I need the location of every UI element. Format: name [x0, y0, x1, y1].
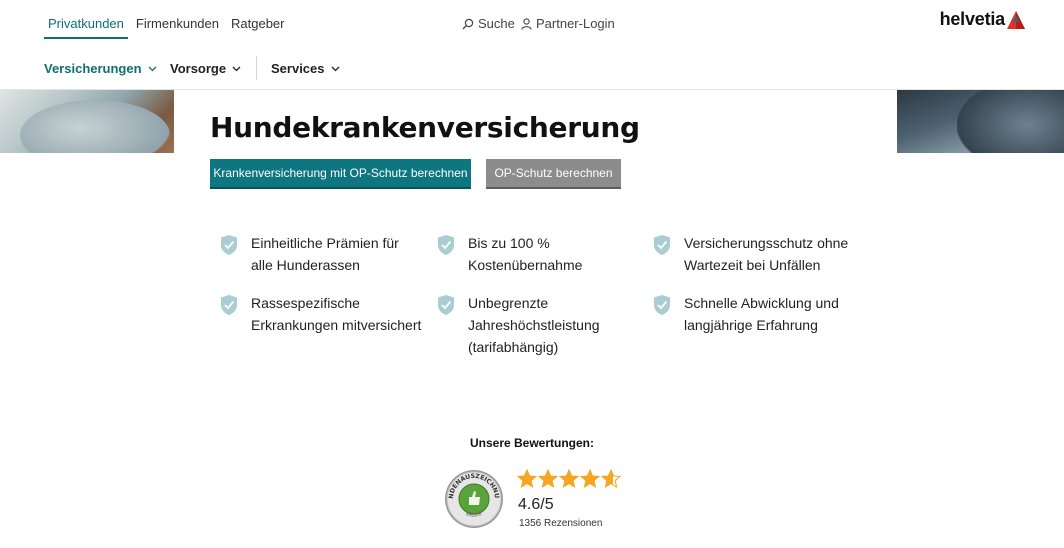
- feature-item: Bis zu 100 % Kostenübernahme: [437, 232, 582, 276]
- nav-vorsorge-label: Vorsorge: [170, 61, 227, 76]
- feature-item: Einheitliche Prämien für alle Hunderassen: [220, 232, 399, 276]
- feature-item: Rassespezifische Erkrankungen mitversiche…: [220, 292, 421, 336]
- feature-text-line: Wartezeit bei Unfällen: [684, 257, 821, 273]
- star-icon: [538, 469, 558, 489]
- feature-text-line: Schnelle Abwicklung und: [684, 295, 839, 311]
- segment-tabs: Privatkunden Firmenkunden Ratgeber: [44, 16, 292, 39]
- feature-text-line: Versicherungsschutz ohne: [684, 235, 849, 251]
- calculate-insurance-op-button[interactable]: Krankenversicherung mit OP-Schutz berech…: [210, 159, 471, 187]
- search-label: Suche: [478, 16, 515, 31]
- partner-login-label: Partner-Login: [536, 16, 615, 31]
- feature-text-line: Jahreshöchstleistung: [468, 317, 600, 333]
- chevron-down-icon: [232, 66, 241, 71]
- shield-check-icon: [654, 235, 670, 255]
- search-icon: [462, 18, 474, 29]
- feature-text-line: Kostenübernahme: [468, 257, 583, 273]
- feature-text-line: langjährige Erfahrung: [684, 317, 818, 333]
- chevron-down-icon: [331, 66, 339, 71]
- feature-text-line: Unbegrenzte: [468, 295, 549, 311]
- star-icon: [601, 469, 621, 489]
- feature-text: Unbegrenzte Jahreshöchstleistung (tarifabh…: [468, 292, 600, 358]
- nav-versicherungen[interactable]: Versicherungen: [44, 61, 157, 76]
- star-icon: [559, 469, 579, 489]
- hero-image-right: [897, 90, 1064, 153]
- feature-text: Bis zu 100 % Kostenübernahme: [468, 232, 582, 276]
- tab-privatkunden[interactable]: Privatkunden: [44, 16, 128, 39]
- star-rating: [517, 469, 621, 489]
- feature-text: Einheitliche Prämien für alle Hunderassen: [251, 232, 399, 276]
- ekomi-badge[interactable]: KUNDENAUSZEICHNUNG eKomi: [444, 469, 504, 529]
- shield-check-icon: [438, 295, 454, 315]
- user-icon: [521, 17, 532, 30]
- top-bar: Privatkunden Firmenkunden Ratgeber Suche…: [0, 0, 1064, 48]
- nav-versicherungen-label: Versicherungen: [44, 61, 142, 76]
- nav-services[interactable]: Services: [271, 61, 340, 76]
- partner-login-link[interactable]: Partner-Login: [521, 16, 615, 31]
- feature-text-line: Rassespezifische: [251, 295, 360, 311]
- feature-item: Unbegrenzte Jahreshöchstleistung (tarifabh…: [437, 292, 600, 358]
- review-count[interactable]: 1356 Rezensionen: [519, 518, 602, 529]
- shield-check-icon: [438, 235, 454, 255]
- hero-image-left: [0, 90, 174, 153]
- nav-divider: [256, 56, 257, 80]
- tab-ratgeber[interactable]: Ratgeber: [227, 16, 288, 39]
- page-title: Hundekrankenversicherung: [210, 111, 640, 144]
- feature-text-line: alle Hunderassen: [251, 257, 360, 273]
- feature-text-line: Einheitliche Prämien für: [251, 235, 399, 251]
- feature-text-line: Erkrankungen mitversichert: [251, 317, 422, 333]
- ratings-title: Unsere Bewertungen:: [469, 436, 595, 450]
- shield-check-icon: [221, 295, 237, 315]
- nav-vorsorge[interactable]: Vorsorge: [170, 61, 241, 76]
- nav-services-label: Services: [271, 61, 325, 76]
- feature-text-line: Bis zu 100 %: [468, 235, 550, 251]
- shield-check-icon: [654, 295, 670, 315]
- chevron-down-icon: [148, 66, 157, 71]
- tab-firmenkunden[interactable]: Firmenkunden: [132, 16, 223, 39]
- feature-text: Rassespezifische Erkrankungen mitversiche…: [251, 292, 421, 336]
- feature-text: Schnelle Abwicklung und langjährige Erfah…: [684, 292, 839, 336]
- search-link[interactable]: Suche: [462, 16, 515, 31]
- feature-item: Versicherungsschutz ohne Wartezeit bei Un…: [653, 232, 848, 276]
- logo-mark-icon: [1007, 10, 1025, 29]
- main-nav: Versicherungen Vorsorge Services: [0, 48, 1064, 90]
- shield-check-icon: [221, 235, 237, 255]
- feature-item: Schnelle Abwicklung und langjährige Erfah…: [653, 292, 839, 336]
- feature-text-line: (tarifabhängig): [468, 339, 559, 355]
- logo-text: helvetia: [939, 9, 1006, 29]
- rating-score: 4.6/5: [518, 496, 554, 513]
- feature-text: Versicherungsschutz ohne Wartezeit bei Un…: [684, 232, 848, 276]
- star-icon: [517, 469, 537, 489]
- star-icon: [580, 469, 600, 489]
- calculate-op-button[interactable]: OP-Schutz berechnen: [486, 159, 621, 187]
- helvetia-logo[interactable]: helvetia: [940, 9, 1026, 30]
